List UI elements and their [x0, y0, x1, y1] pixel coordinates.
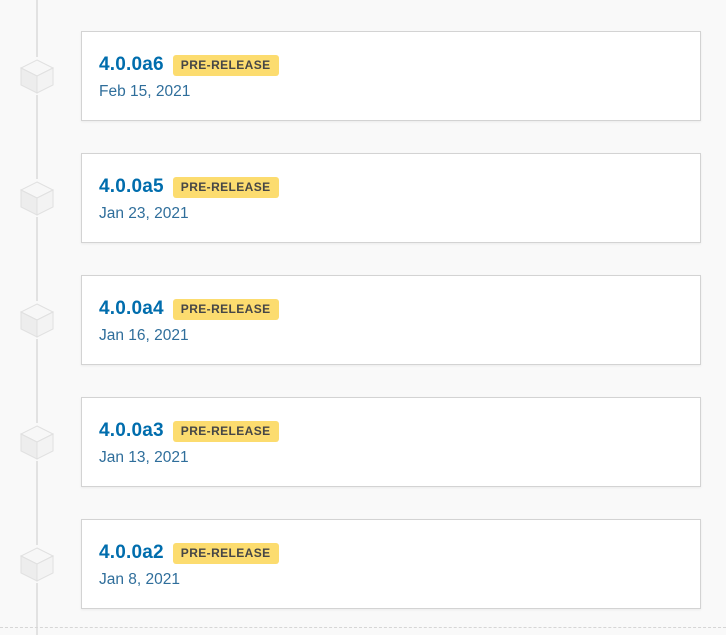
pre-release-badge: PRE-RELEASE — [172, 420, 279, 442]
package-cube-icon — [18, 301, 56, 339]
version-row: 4.0.0a4 PRE-RELEASE — [99, 297, 279, 321]
version-row: 4.0.0a3 PRE-RELEASE — [99, 419, 279, 443]
pre-release-badge: PRE-RELEASE — [172, 542, 279, 564]
release-date: Jan 23, 2021 — [99, 205, 189, 222]
pre-release-badge: PRE-RELEASE — [172, 298, 279, 320]
bottom-divider — [0, 627, 726, 628]
release-date: Jan 8, 2021 — [99, 571, 181, 588]
package-cube-icon — [18, 545, 56, 583]
package-cube-icon — [18, 57, 56, 95]
release-card[interactable]: 4.0.0a5 PRE-RELEASE Jan 23, 2021 — [81, 153, 701, 243]
release-date: Jan 16, 2021 — [99, 327, 189, 344]
release-version-link[interactable]: 4.0.0a5 — [99, 175, 164, 199]
release-item[interactable]: 4.0.0a3 PRE-RELEASE Jan 13, 2021 — [0, 397, 726, 487]
version-row: 4.0.0a5 PRE-RELEASE — [99, 175, 279, 199]
release-item[interactable]: 4.0.0a6 PRE-RELEASE Feb 15, 2021 — [0, 31, 726, 121]
release-card[interactable]: 4.0.0a4 PRE-RELEASE Jan 16, 2021 — [81, 275, 701, 365]
release-version-link[interactable]: 4.0.0a2 — [99, 541, 164, 565]
pre-release-badge: PRE-RELEASE — [172, 176, 279, 198]
version-row: 4.0.0a6 PRE-RELEASE — [99, 53, 279, 77]
release-card[interactable]: 4.0.0a3 PRE-RELEASE Jan 13, 2021 — [81, 397, 701, 487]
release-card[interactable]: 4.0.0a2 PRE-RELEASE Jan 8, 2021 — [81, 519, 701, 609]
package-cube-icon — [18, 423, 56, 461]
release-date: Jan 13, 2021 — [99, 449, 189, 466]
pre-release-badge: PRE-RELEASE — [172, 54, 279, 76]
package-cube-icon — [18, 179, 56, 217]
release-version-link[interactable]: 4.0.0a3 — [99, 419, 164, 443]
release-date: Feb 15, 2021 — [99, 83, 191, 100]
release-item[interactable]: 4.0.0a4 PRE-RELEASE Jan 16, 2021 — [0, 275, 726, 365]
release-item[interactable]: 4.0.0a2 PRE-RELEASE Jan 8, 2021 — [0, 519, 726, 609]
release-item[interactable]: 4.0.0a5 PRE-RELEASE Jan 23, 2021 — [0, 153, 726, 243]
version-row: 4.0.0a2 PRE-RELEASE — [99, 541, 279, 565]
release-card[interactable]: 4.0.0a6 PRE-RELEASE Feb 15, 2021 — [81, 31, 701, 121]
release-version-link[interactable]: 4.0.0a6 — [99, 53, 164, 77]
release-version-link[interactable]: 4.0.0a4 — [99, 297, 164, 321]
